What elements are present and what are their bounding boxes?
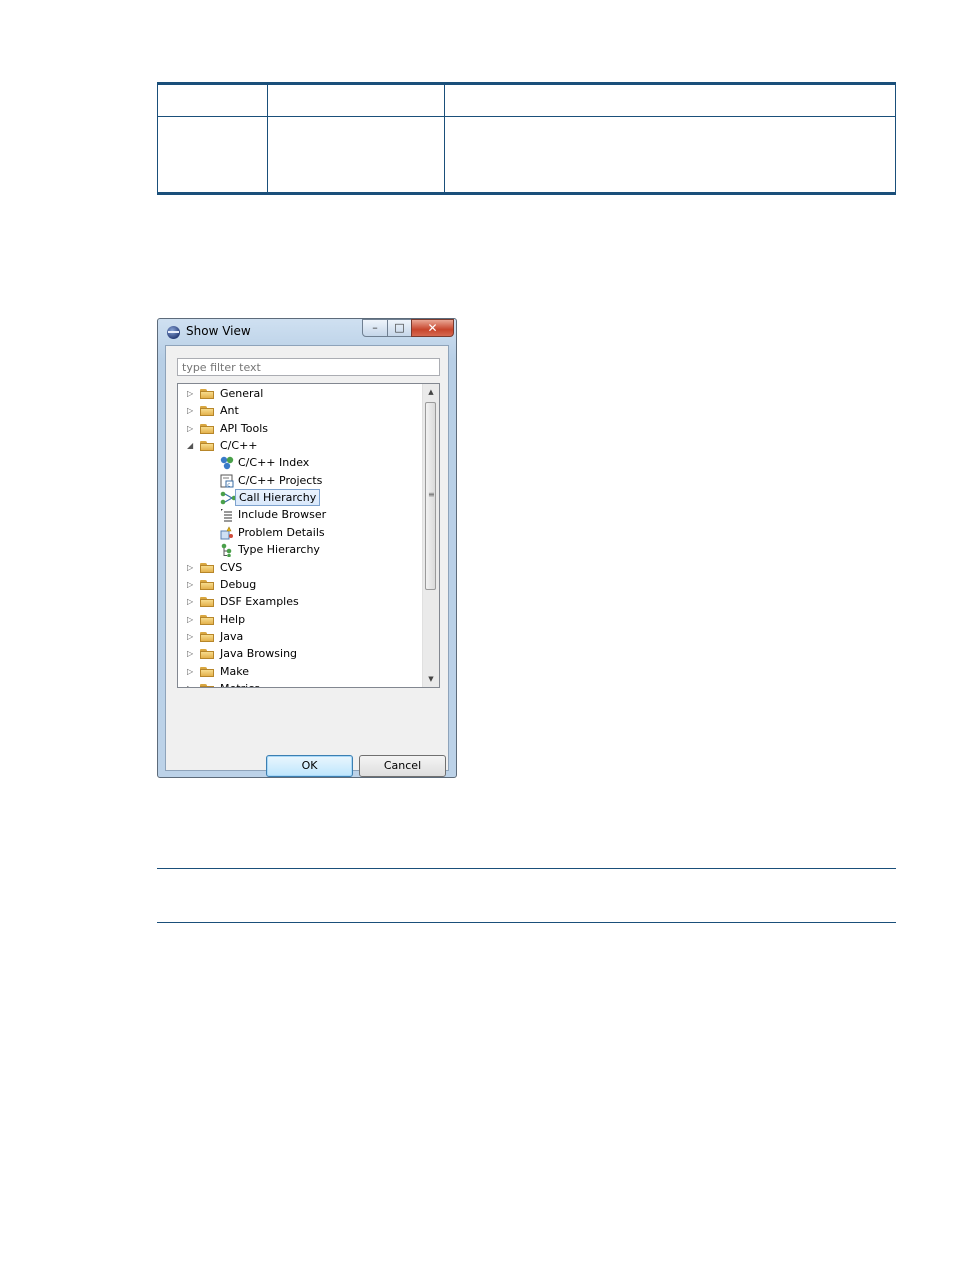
filter-input[interactable] xyxy=(177,358,440,376)
maximize-button[interactable]: □ xyxy=(387,319,412,337)
window-controls: – □ ✕ xyxy=(362,319,454,337)
tree-item-label: DSF Examples xyxy=(220,595,299,609)
dialog-body: ▷ General ▷ Ant ▷ API Tools ◢ C/C++ C/C++ Index c… xyxy=(165,345,449,777)
folder-icon xyxy=(200,406,215,417)
tree-item-view[interactable]: Include Browser xyxy=(178,506,424,523)
collapsed-arrow-icon[interactable]: ▷ xyxy=(187,385,195,402)
tree-item-label: Make xyxy=(220,664,249,678)
folder-icon xyxy=(200,683,215,687)
cpp-index-icon xyxy=(220,456,234,470)
svg-text:c: c xyxy=(227,482,230,488)
collapsed-arrow-icon[interactable]: ▷ xyxy=(187,680,195,687)
tree-item-category[interactable]: ▷ Java Browsing xyxy=(178,645,424,662)
tree-item-label: API Tools xyxy=(220,421,268,435)
tree-item-view[interactable]: Call Hierarchy xyxy=(178,489,424,507)
folder-icon xyxy=(200,389,215,399)
tree-item-view[interactable]: c C/C++ Projects xyxy=(178,472,424,489)
grip-icon: ≡ xyxy=(428,490,435,499)
tree-item-label: Metrics xyxy=(220,680,260,687)
collapsed-arrow-icon[interactable]: ▷ xyxy=(187,420,195,437)
close-button[interactable]: ✕ xyxy=(411,319,454,337)
note-bottom-rule xyxy=(157,922,896,923)
expanded-arrow-icon[interactable]: ◢ xyxy=(187,437,195,454)
close-icon: ✕ xyxy=(427,321,438,335)
tree-item-category[interactable]: ▷ Ant xyxy=(178,402,424,419)
collapsed-arrow-icon[interactable]: ▷ xyxy=(187,559,195,576)
folder-icon xyxy=(200,579,215,590)
show-view-dialog: Show View – □ ✕ ▷ General ▷ Ant ▷ API Tools ◢ C… xyxy=(157,318,457,778)
tree-item-category[interactable]: ▷ Metrics xyxy=(178,680,424,687)
collapsed-arrow-icon[interactable]: ▷ xyxy=(187,663,195,680)
tree-item-label: C/C++ Index xyxy=(238,456,310,470)
tree-item-label: C/C++ Projects xyxy=(238,473,323,487)
tree-item-category[interactable]: ▷ General xyxy=(178,385,424,402)
document-table xyxy=(157,82,896,195)
type-hierarchy-icon xyxy=(220,543,234,558)
maximize-icon: □ xyxy=(394,321,405,334)
tree-item-label: Call Hierarchy xyxy=(235,489,321,507)
tree-item-category[interactable]: ▷ CVS xyxy=(178,559,424,576)
problem-details-icon xyxy=(220,526,234,540)
vertical-scrollbar[interactable]: ▲ ≡ ▼ xyxy=(422,384,439,687)
collapsed-arrow-icon[interactable]: ▷ xyxy=(187,645,195,662)
dialog-titlebar[interactable]: Show View – □ ✕ xyxy=(158,319,456,345)
tree-item-view[interactable]: Type Hierarchy xyxy=(178,541,424,558)
ok-button[interactable]: OK xyxy=(266,755,353,777)
folder-icon xyxy=(200,614,215,625)
tree-item-category[interactable]: ◢ C/C++ xyxy=(178,437,424,454)
tree-item-label: Debug xyxy=(220,577,257,591)
tree-item-view[interactable]: Problem Details xyxy=(178,524,424,541)
scroll-up-icon[interactable]: ▲ xyxy=(423,384,439,400)
collapsed-arrow-icon[interactable]: ▷ xyxy=(187,402,195,419)
tree-item-category[interactable]: ▷ Make xyxy=(178,663,424,680)
minimize-icon: – xyxy=(372,321,378,334)
tree-item-label: C/C++ xyxy=(220,439,258,453)
tree-item-category[interactable]: ▷ Debug xyxy=(178,576,424,593)
tree-item-view[interactable]: C/C++ Index xyxy=(178,454,424,471)
note-top-rule xyxy=(157,868,896,869)
tree-item-category[interactable]: ▷ Java xyxy=(178,628,424,645)
scroll-thumb[interactable]: ≡ xyxy=(425,402,436,590)
include-browser-icon xyxy=(220,508,234,522)
folder-icon xyxy=(200,631,215,642)
tree-item-label: Problem Details xyxy=(238,525,325,539)
call-hierarchy-icon xyxy=(220,491,237,505)
folder-icon xyxy=(200,423,215,434)
collapsed-arrow-icon[interactable]: ▷ xyxy=(187,628,195,645)
folder-icon xyxy=(200,666,215,677)
folder-icon xyxy=(200,649,215,660)
tree-item-category[interactable]: ▷ API Tools xyxy=(178,420,424,437)
tree-item-category[interactable]: ▷ DSF Examples xyxy=(178,593,424,610)
dialog-title: Show View xyxy=(186,324,251,338)
tree-item-label: Ant xyxy=(220,404,239,418)
eclipse-icon xyxy=(167,326,180,339)
folder-icon xyxy=(200,441,215,452)
cancel-button[interactable]: Cancel xyxy=(359,755,446,777)
tree-item-label: CVS xyxy=(220,560,243,574)
folder-icon xyxy=(200,562,215,573)
table-column-divider xyxy=(444,85,445,192)
collapsed-arrow-icon[interactable]: ▷ xyxy=(187,576,195,593)
tree-item-label: Include Browser xyxy=(238,508,327,522)
folder-icon xyxy=(200,597,215,608)
scroll-down-icon[interactable]: ▼ xyxy=(423,671,439,687)
tree-item-label: Java xyxy=(220,629,244,643)
tree-item-label: General xyxy=(220,387,264,400)
view-tree: ▷ General ▷ Ant ▷ API Tools ◢ C/C++ C/C++ Index c… xyxy=(177,383,440,688)
tree-item-label: Java Browsing xyxy=(220,647,298,661)
minimize-button[interactable]: – xyxy=(362,319,388,337)
collapsed-arrow-icon[interactable]: ▷ xyxy=(187,611,195,628)
cpp-projects-icon: c xyxy=(220,474,234,488)
tree-item-label: Help xyxy=(220,612,246,626)
table-column-divider xyxy=(267,85,268,192)
collapsed-arrow-icon[interactable]: ▷ xyxy=(187,593,195,610)
tree-item-category[interactable]: ▷ Help xyxy=(178,611,424,628)
tree-item-label: Type Hierarchy xyxy=(238,543,320,557)
